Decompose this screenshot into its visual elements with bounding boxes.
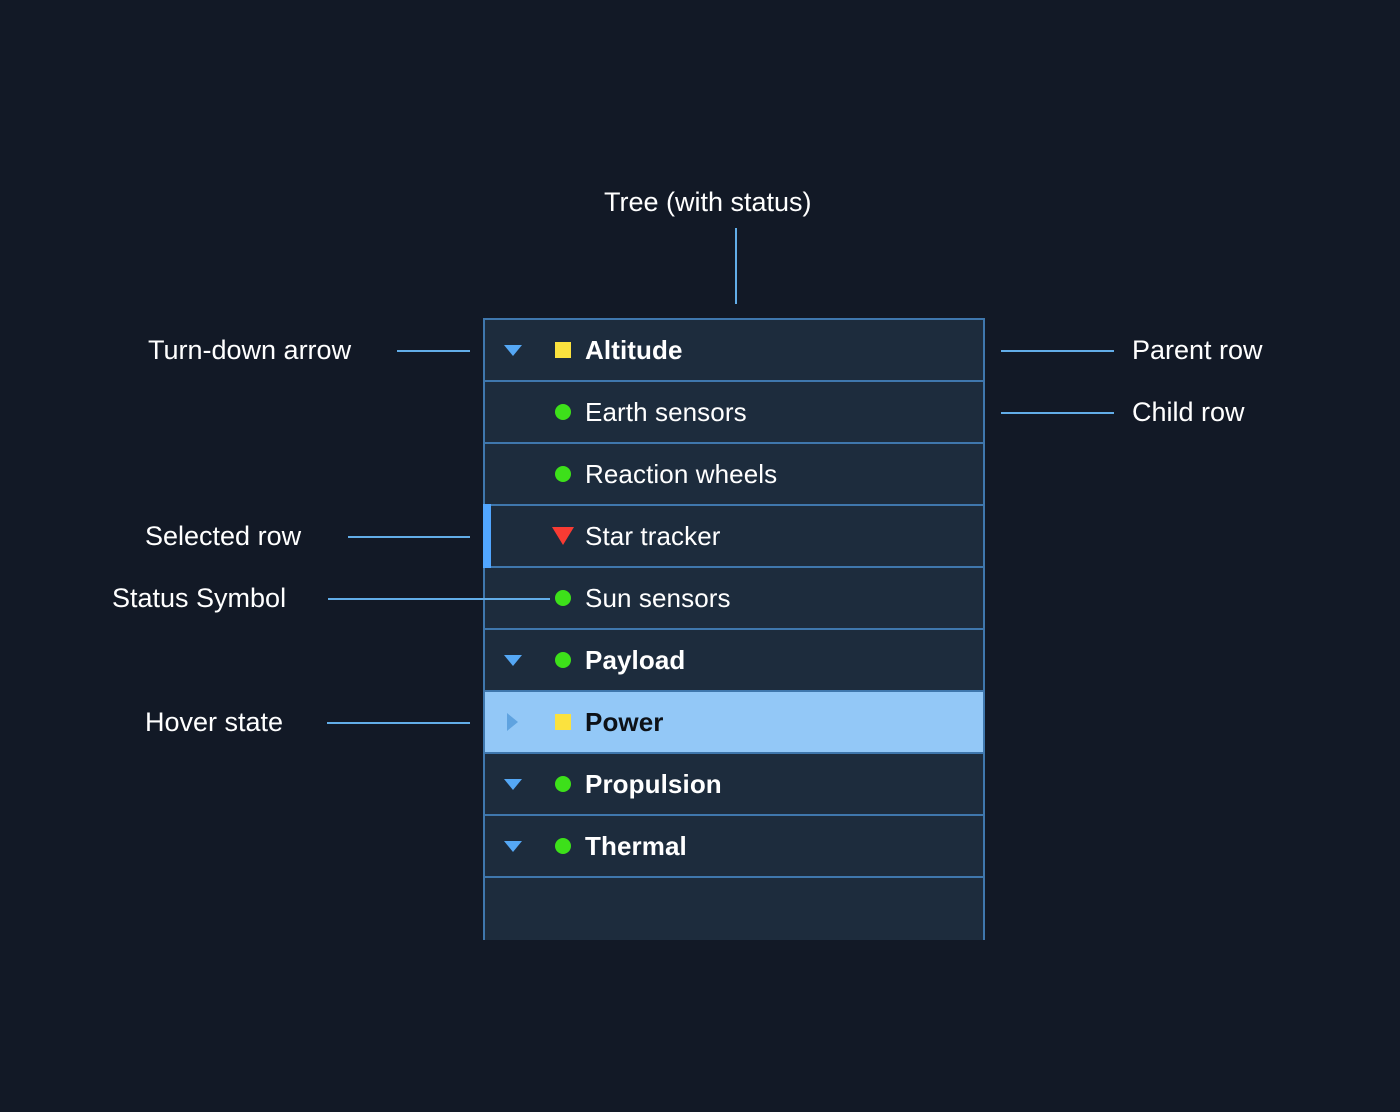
status-symbol-power bbox=[540, 714, 585, 730]
status-warning-square-icon bbox=[554, 342, 571, 358]
turn-down-arrow-thermal[interactable] bbox=[485, 840, 540, 852]
tree-panel[interactable]: Altitude Earth sensors Reaction wheels S… bbox=[483, 318, 985, 940]
status-ok-circle-icon bbox=[554, 838, 571, 854]
chevron-down-icon bbox=[503, 654, 522, 666]
tree-row-label: Propulsion bbox=[585, 768, 722, 799]
chevron-down-icon bbox=[503, 344, 522, 356]
status-symbol-thermal bbox=[540, 838, 585, 854]
turn-down-arrow-altitude[interactable] bbox=[485, 344, 540, 356]
tree-row-propulsion[interactable]: Propulsion bbox=[485, 754, 983, 816]
leader-line-child-row bbox=[1001, 412, 1114, 414]
tree-row-label: Sun sensors bbox=[585, 582, 731, 613]
status-symbol-payload bbox=[540, 652, 585, 668]
chevron-down-icon bbox=[503, 778, 522, 790]
status-error-triangle-icon bbox=[551, 527, 574, 545]
tree-row-label: Thermal bbox=[585, 830, 687, 861]
leader-line-selected-row bbox=[348, 536, 470, 538]
leader-line-parent-row bbox=[1001, 350, 1114, 352]
status-symbol-altitude bbox=[540, 342, 585, 358]
annotation-turn-down-arrow: Turn-down arrow bbox=[148, 335, 352, 365]
annotation-tree-label: Tree (with status) bbox=[604, 187, 812, 217]
annotation-child-row: Child row bbox=[1132, 397, 1245, 427]
chevron-down-icon bbox=[503, 840, 522, 852]
annotation-selected-row: Selected row bbox=[145, 521, 302, 551]
status-warning-square-icon bbox=[554, 714, 571, 730]
status-ok-circle-icon bbox=[554, 776, 571, 792]
tree-row-power[interactable]: Power bbox=[485, 692, 983, 754]
turn-right-arrow-power[interactable] bbox=[485, 713, 540, 731]
tree-row-altitude[interactable]: Altitude bbox=[485, 320, 983, 382]
tree-row-star-tracker[interactable]: Star tracker bbox=[483, 504, 983, 568]
annotation-status-symbol: Status Symbol bbox=[112, 583, 287, 613]
chevron-right-icon bbox=[507, 713, 518, 731]
status-ok-circle-icon bbox=[554, 652, 571, 668]
leader-line-hover-state bbox=[327, 722, 470, 724]
tree-row-payload[interactable]: Payload bbox=[485, 630, 983, 692]
diagram-canvas: Tree (with status) Turn-down arrow Selec… bbox=[0, 0, 1400, 1112]
annotation-hover-state: Hover state bbox=[145, 707, 284, 737]
leader-line-status-symbol bbox=[328, 598, 550, 600]
tree-row-thermal[interactable]: Thermal bbox=[485, 816, 983, 878]
tree-row-empty bbox=[485, 878, 983, 940]
tree-row-earth-sensors[interactable]: Earth sensors bbox=[485, 382, 983, 444]
leader-line-tree bbox=[735, 228, 737, 304]
tree-row-label: Payload bbox=[585, 644, 686, 675]
turn-down-arrow-propulsion[interactable] bbox=[485, 778, 540, 790]
status-ok-circle-icon bbox=[554, 590, 571, 606]
leader-line-turn-down-arrow bbox=[397, 350, 470, 352]
tree-row-label: Altitude bbox=[585, 334, 683, 365]
tree-row-label: Power bbox=[585, 706, 664, 737]
tree-row-label: Earth sensors bbox=[585, 396, 747, 427]
status-symbol-earth-sensors bbox=[540, 404, 585, 420]
status-symbol-propulsion bbox=[540, 776, 585, 792]
status-ok-circle-icon bbox=[554, 404, 571, 420]
tree-row-reaction-wheels[interactable]: Reaction wheels bbox=[485, 444, 983, 506]
status-symbol-star-tracker bbox=[540, 527, 585, 545]
tree-row-label: Reaction wheels bbox=[585, 458, 778, 489]
status-symbol-reaction-wheels bbox=[540, 466, 585, 482]
status-ok-circle-icon bbox=[554, 466, 571, 482]
tree-row-label: Star tracker bbox=[585, 520, 721, 551]
tree-row-sun-sensors[interactable]: Sun sensors bbox=[485, 568, 983, 630]
annotation-parent-row: Parent row bbox=[1132, 335, 1263, 365]
turn-down-arrow-payload[interactable] bbox=[485, 654, 540, 666]
